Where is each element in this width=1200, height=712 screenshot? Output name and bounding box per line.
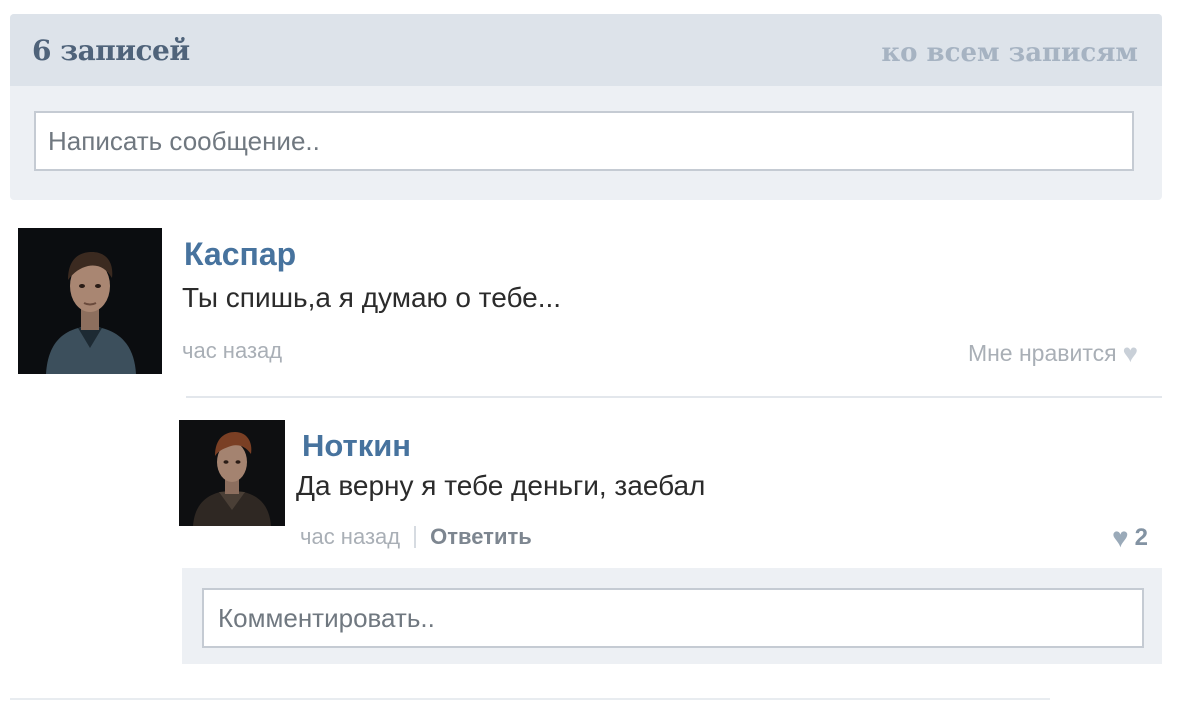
reply-avatar[interactable] <box>179 420 285 526</box>
reply-button[interactable]: Ответить <box>430 524 532 550</box>
like-label: Мне нравится <box>967 340 1117 366</box>
likes-count: 2 <box>1134 524 1148 551</box>
heart-icon: ♥ <box>1112 522 1129 553</box>
reply-like-button[interactable]: ♥ 2 <box>1112 522 1148 554</box>
post-author-link[interactable]: Каспар <box>184 236 296 273</box>
reply-meta: час назад Ответить <box>300 524 532 550</box>
avatar-portrait-icon <box>179 420 285 526</box>
post-time[interactable]: час назад <box>182 338 282 364</box>
new-post-input[interactable] <box>34 111 1134 171</box>
footer-divider <box>10 698 1050 700</box>
divider <box>186 396 1162 398</box>
post-text: Ты спишь,а я думаю о тебе... <box>182 282 562 313</box>
reply-author-link[interactable]: Ноткин <box>302 428 411 464</box>
avatar-portrait-icon <box>18 228 162 374</box>
posts-count: 6 записей <box>32 34 190 67</box>
comment-input[interactable] <box>202 588 1144 648</box>
reply-text: Да верну я тебе деньги, заебал <box>296 470 706 501</box>
all-posts-link[interactable]: ко всем записям <box>881 38 1138 68</box>
reply-time[interactable]: час назад <box>300 524 400 550</box>
heart-icon: ♥ <box>1122 338 1138 368</box>
avatar[interactable] <box>18 228 162 374</box>
meta-separator <box>414 526 417 548</box>
like-button[interactable]: Мне нравится ♥ <box>968 338 1138 369</box>
